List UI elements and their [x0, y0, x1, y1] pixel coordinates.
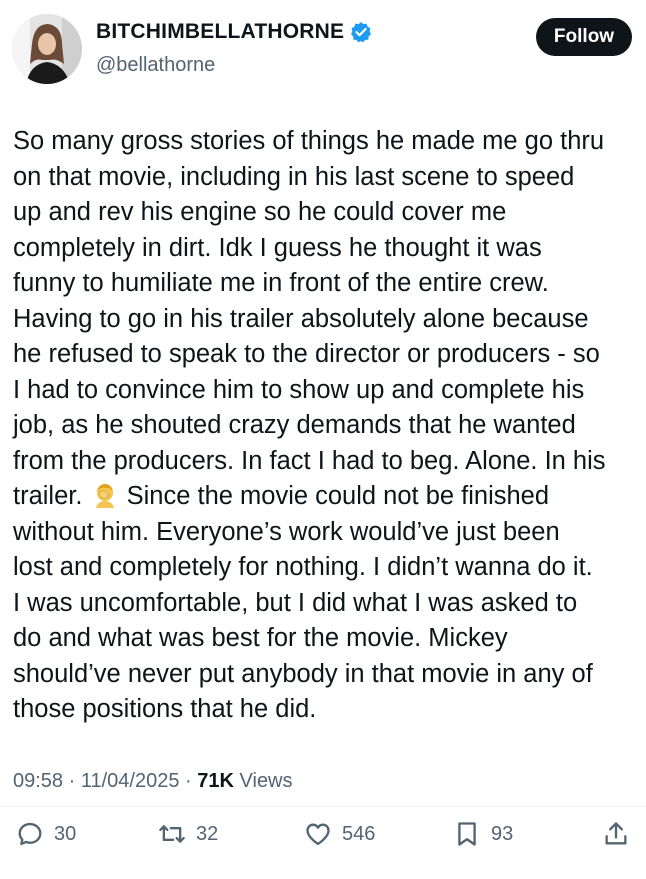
avatar[interactable] — [12, 14, 82, 84]
tweet-meta: 09:58 · 11/04/2025 · 71K Views — [13, 770, 293, 792]
views-count: 71K — [197, 770, 234, 792]
tweet-time[interactable]: 09:58 — [13, 770, 63, 792]
repost-button[interactable]: 32 — [158, 816, 218, 852]
reply-count: 30 — [54, 822, 77, 845]
follow-button[interactable]: Follow — [536, 18, 632, 56]
bookmark-count: 93 — [491, 822, 514, 845]
tweet-header: BITCHIMBELLATHORNE @bellathorne Follow — [12, 14, 634, 86]
repost-count: 32 — [196, 822, 219, 845]
repost-icon — [159, 825, 185, 843]
display-name[interactable]: BITCHIMBELLATHORNE — [96, 20, 344, 44]
tweet-text-part-1: So many gross stories of things he made … — [13, 127, 606, 510]
views-label: Views — [239, 770, 293, 792]
share-icon — [605, 822, 627, 845]
tweet-text: So many gross stories of things he made … — [13, 124, 633, 728]
divider — [0, 806, 646, 807]
action-bar: 30 32 546 93 — [16, 816, 630, 856]
like-button[interactable]: 546 — [304, 816, 375, 852]
bookmark-button[interactable]: 93 — [453, 816, 513, 852]
tweet-text-part-2: Since the movie could not be finished wi… — [13, 482, 593, 723]
name-row: BITCHIMBELLATHORNE — [96, 20, 372, 44]
like-count: 546 — [342, 822, 376, 845]
avatar-image — [12, 14, 82, 84]
reply-button[interactable]: 30 — [16, 816, 76, 852]
bookmark-icon — [458, 822, 476, 846]
person-facepalming-icon — [92, 482, 118, 508]
verified-badge-icon — [350, 21, 372, 43]
user-handle[interactable]: @bellathorne — [96, 54, 215, 77]
reply-icon — [18, 822, 42, 846]
heart-icon — [306, 823, 330, 846]
tweet-date[interactable]: 11/04/2025 — [81, 770, 180, 792]
share-button[interactable] — [602, 816, 630, 852]
